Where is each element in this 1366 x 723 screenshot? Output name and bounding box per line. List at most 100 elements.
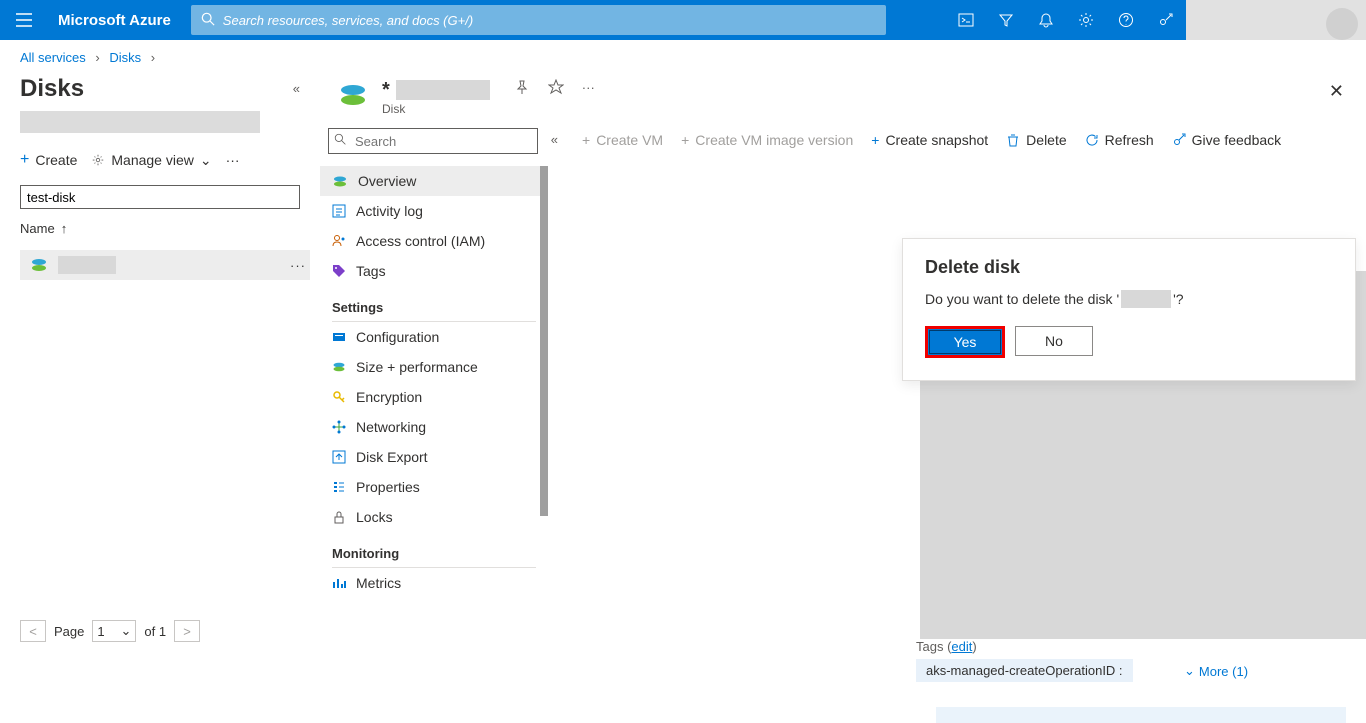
top-bar: Microsoft Azure	[0, 0, 1366, 40]
tag-pill[interactable]: aks-managed-createOperationID :	[916, 659, 1133, 682]
left-actions: + Create Manage view ⌄ ···	[20, 151, 320, 169]
resource-panel: ✕ * Disk ···	[320, 71, 1366, 654]
page-of-label: of 1	[144, 624, 166, 639]
tags-label: Tags (edit)	[916, 639, 977, 654]
create-snapshot-button[interactable]: + Create snapshot	[871, 132, 988, 148]
disk-icon	[338, 83, 368, 107]
plus-icon: +	[582, 132, 590, 148]
plus-icon: +	[20, 151, 29, 169]
feedback-icon[interactable]	[1146, 0, 1186, 40]
page-title: Disks	[20, 75, 320, 103]
help-icon[interactable]	[1106, 0, 1146, 40]
give-feedback-button[interactable]: Give feedback	[1172, 132, 1282, 148]
avatar[interactable]	[1326, 8, 1358, 40]
sort-asc-icon: ↑	[61, 221, 68, 236]
nav-search-input[interactable]	[328, 128, 538, 154]
manage-view-button[interactable]: Manage view ⌄	[91, 152, 211, 169]
no-button[interactable]: No	[1015, 326, 1093, 356]
trash-icon	[1006, 133, 1020, 147]
chevron-right-icon: ›	[151, 50, 155, 65]
create-button[interactable]: + Create	[20, 151, 77, 169]
nav-scrollbar[interactable]	[540, 166, 548, 516]
disk-row[interactable]: ···	[20, 250, 310, 280]
resource-header: * Disk ···	[320, 79, 1366, 116]
nav-activity-log[interactable]: Activity log	[320, 196, 548, 226]
feedback-icon	[1172, 133, 1186, 147]
nav-overview[interactable]: Overview	[320, 166, 548, 196]
column-header-name[interactable]: Name ↑	[20, 221, 320, 236]
create-vm-button[interactable]: + Create VM	[582, 132, 663, 148]
nav-tags[interactable]: Tags	[320, 256, 548, 286]
notifications-icon[interactable]	[1026, 0, 1066, 40]
nav-configuration[interactable]: Configuration	[320, 322, 548, 352]
export-icon	[332, 450, 346, 464]
more-tags-link[interactable]: ⌄ More (1)	[1184, 663, 1248, 679]
network-icon	[332, 420, 346, 434]
metrics-icon	[332, 576, 346, 590]
prev-page-button[interactable]: <	[20, 620, 46, 642]
nav-locks[interactable]: Locks	[320, 502, 548, 532]
pager: < Page 1 ⌄ of 1 >	[20, 620, 200, 642]
page-select[interactable]: 1 ⌄	[92, 620, 136, 642]
page-label: Page	[54, 624, 84, 639]
chevron-down-icon: ⌄	[1184, 663, 1195, 679]
settings-icon[interactable]	[1066, 0, 1106, 40]
nav-disk-export[interactable]: Disk Export	[320, 442, 548, 472]
left-panel: Disks « + Create Manage view ⌄ ··· Name …	[0, 71, 320, 654]
yes-button[interactable]: Yes	[928, 329, 1002, 355]
chevron-right-icon: ›	[95, 50, 99, 65]
resource-type-label: Disk	[382, 102, 490, 116]
nav-properties[interactable]: Properties	[320, 472, 548, 502]
create-vm-image-button[interactable]: + Create VM image version	[681, 132, 853, 148]
search-icon	[334, 133, 347, 146]
resource-toolbar: + Create VM + Create VM image version + …	[548, 128, 1366, 162]
filter-icon[interactable]	[986, 0, 1026, 40]
nav-metrics[interactable]: Metrics	[320, 568, 548, 598]
disk-name-redacted	[58, 256, 116, 274]
config-icon	[332, 330, 346, 344]
collapse-left-icon[interactable]: «	[293, 81, 300, 96]
disk-icon	[332, 361, 346, 373]
properties-icon	[332, 480, 346, 494]
delete-button[interactable]: Delete	[1006, 132, 1066, 148]
top-icons	[946, 0, 1186, 40]
cloud-shell-icon[interactable]	[946, 0, 986, 40]
resource-name-redacted	[396, 80, 490, 100]
plus-icon: +	[871, 132, 879, 148]
lock-icon	[332, 510, 346, 524]
chevron-down-icon: ⌄	[120, 623, 131, 639]
main-content: Disks « + Create Manage view ⌄ ··· Name …	[0, 71, 1366, 654]
brand-label[interactable]: Microsoft Azure	[48, 12, 191, 29]
gear-icon	[91, 153, 105, 167]
nav-encryption[interactable]: Encryption	[320, 382, 548, 412]
next-page-button[interactable]: >	[174, 620, 200, 642]
row-context-menu[interactable]: ···	[290, 258, 306, 273]
filter-input[interactable]	[20, 185, 300, 209]
hamburger-menu[interactable]	[0, 13, 48, 27]
nav-iam[interactable]: Access control (IAM)	[320, 226, 548, 256]
key-icon	[332, 390, 346, 404]
nav-networking[interactable]: Networking	[320, 412, 548, 442]
more-icon[interactable]: ···	[582, 80, 595, 95]
breadcrumb-all-services[interactable]: All services	[20, 50, 86, 65]
dialog-disk-name-redacted	[1121, 290, 1171, 308]
refresh-button[interactable]: Refresh	[1085, 132, 1154, 148]
pin-icon[interactable]	[514, 79, 530, 95]
yes-button-highlight: Yes	[925, 326, 1005, 358]
log-icon	[332, 204, 346, 218]
nav-size-performance[interactable]: Size + performance	[320, 352, 548, 382]
dialog-title: Delete disk	[925, 257, 1333, 278]
breadcrumb-disks[interactable]: Disks	[109, 50, 141, 65]
disk-icon	[30, 258, 48, 272]
star-icon[interactable]	[548, 79, 564, 95]
search-icon	[201, 12, 215, 26]
chevron-down-icon: ⌄	[200, 152, 212, 169]
tags-edit-link[interactable]: edit	[951, 639, 972, 654]
close-blade-button[interactable]: ✕	[1329, 81, 1344, 102]
plus-icon: +	[681, 132, 689, 148]
tag-icon	[332, 264, 346, 278]
nav-section-settings: Settings	[320, 286, 548, 321]
nav-section-monitoring: Monitoring	[320, 532, 548, 567]
global-search-input[interactable]	[191, 5, 886, 35]
more-menu[interactable]: ···	[226, 152, 240, 168]
